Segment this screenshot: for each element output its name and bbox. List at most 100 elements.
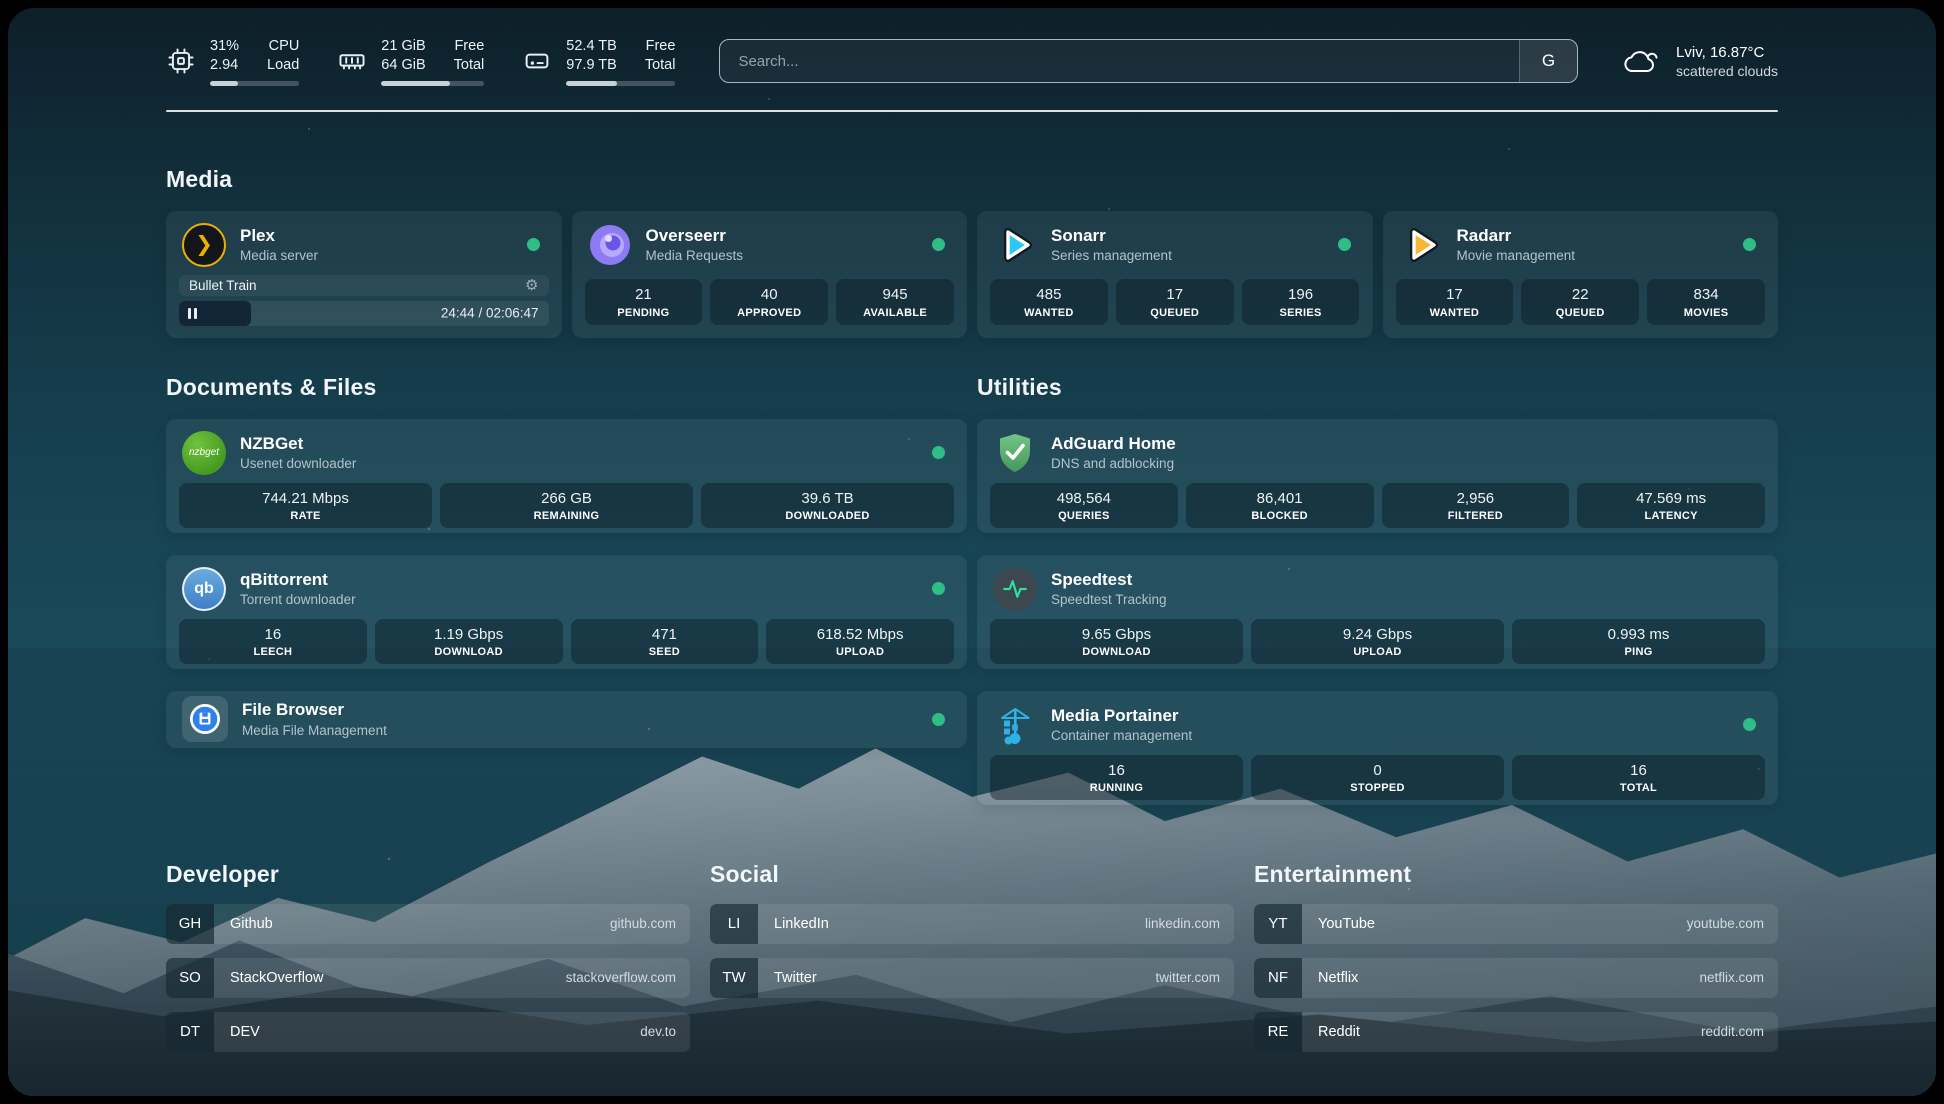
radarr-icon bbox=[1399, 223, 1443, 267]
system-stats: 31%2.94 CPULoad bbox=[166, 37, 675, 86]
portainer-stat-stopped: 0STOPPED bbox=[1251, 755, 1504, 800]
speedtest-subtitle: Speedtest Tracking bbox=[1051, 592, 1167, 607]
twitter-abbr-icon: TW bbox=[710, 958, 758, 998]
bookmark-domain: linkedin.com bbox=[1145, 904, 1220, 944]
bookmark-group-entertainment: Entertainment YT YouTube youtube.com NF … bbox=[1254, 861, 1778, 1052]
pause-icon bbox=[188, 308, 191, 319]
bookmark-domain: netflix.com bbox=[1699, 958, 1764, 998]
plex-card[interactable]: ❯ Plex Media server Bullet Train ⚙ bbox=[166, 211, 562, 338]
portainer-card[interactable]: Media Portainer Container management 16R… bbox=[977, 691, 1778, 805]
dashboard-screen: 31%2.94 CPULoad bbox=[8, 8, 1936, 1096]
disk-values: 52.4 TB97.9 TB bbox=[566, 37, 617, 75]
bookmark-label: StackOverflow bbox=[230, 958, 323, 998]
nzbget-card[interactable]: nzbget NZBGet Usenet downloader 744.21 M… bbox=[166, 419, 967, 533]
cpu-widget: 31%2.94 CPULoad bbox=[166, 37, 299, 86]
radarr-subtitle: Movie management bbox=[1457, 248, 1576, 263]
bookmark-reddit[interactable]: RE Reddit reddit.com bbox=[1254, 1012, 1778, 1052]
portainer-status-dot bbox=[1743, 718, 1756, 731]
filebrowser-card[interactable]: File Browser Media File Management bbox=[166, 691, 967, 748]
portainer-title: Media Portainer bbox=[1051, 706, 1192, 726]
weather-location-temp: Lviv, 16.87°C bbox=[1676, 44, 1778, 61]
qbittorrent-title: qBittorrent bbox=[240, 570, 356, 590]
qbittorrent-card[interactable]: qb qBittorrent Torrent downloader 16LEEC… bbox=[166, 555, 967, 669]
radarr-card[interactable]: Radarr Movie management 17WANTED 22QUEUE… bbox=[1383, 211, 1779, 338]
bookmark-label: Reddit bbox=[1318, 1012, 1360, 1052]
speedtest-title: Speedtest bbox=[1051, 570, 1167, 590]
speedtest-stat-download: 9.65 GbpsDOWNLOAD bbox=[990, 619, 1243, 664]
sonarr-title: Sonarr bbox=[1051, 226, 1172, 246]
bookmark-twitter[interactable]: TW Twitter twitter.com bbox=[710, 958, 1234, 998]
bookmark-domain: youtube.com bbox=[1687, 904, 1764, 944]
github-abbr-icon: GH bbox=[166, 904, 214, 944]
sonarr-stat-queued: 17QUEUED bbox=[1116, 279, 1234, 324]
plex-title: Plex bbox=[240, 226, 318, 246]
cpu-labels: CPULoad bbox=[267, 37, 299, 75]
cpu-icon bbox=[166, 46, 196, 76]
search-bar: G bbox=[719, 39, 1578, 83]
overseerr-card[interactable]: Overseerr Media Requests 21PENDING 40APP… bbox=[572, 211, 968, 338]
bookmark-label: LinkedIn bbox=[774, 904, 829, 944]
weather-widget[interactable]: Lviv, 16.87°C scattered clouds bbox=[1622, 44, 1778, 79]
sonarr-card[interactable]: Sonarr Series management 485WANTED 17QUE… bbox=[977, 211, 1373, 338]
overseerr-stat-available: 945AVAILABLE bbox=[836, 279, 954, 324]
bookmark-label: Github bbox=[230, 904, 273, 944]
playback-progress-fill bbox=[179, 301, 251, 326]
memory-widget: 21 GiB64 GiB FreeTotal bbox=[337, 37, 484, 86]
nzbget-title: NZBGet bbox=[240, 434, 356, 454]
overseerr-status-dot bbox=[932, 238, 945, 251]
sonarr-stat-wanted: 485WANTED bbox=[990, 279, 1108, 324]
session-settings-icon[interactable]: ⚙ bbox=[525, 278, 538, 293]
qbittorrent-stat-leech: 16LEECH bbox=[179, 619, 367, 664]
adguard-title: AdGuard Home bbox=[1051, 434, 1176, 454]
overseerr-stat-pending: 21PENDING bbox=[585, 279, 703, 324]
qbittorrent-icon: qb bbox=[182, 567, 226, 611]
weather-condition: scattered clouds bbox=[1676, 63, 1778, 79]
sonarr-subtitle: Series management bbox=[1051, 248, 1172, 263]
memory-values: 21 GiB64 GiB bbox=[381, 37, 425, 75]
disk-labels: FreeTotal bbox=[645, 37, 676, 75]
search-engine-button[interactable]: G bbox=[1519, 40, 1577, 82]
bookmark-domain: stackoverflow.com bbox=[566, 958, 676, 998]
radarr-stat-wanted: 17WANTED bbox=[1396, 279, 1514, 324]
filebrowser-icon bbox=[182, 696, 228, 742]
adguard-card[interactable]: AdGuard Home DNS and adblocking 498,564Q… bbox=[977, 419, 1778, 533]
cpu-values: 31%2.94 bbox=[210, 37, 239, 75]
bookmark-domain: reddit.com bbox=[1701, 1012, 1764, 1052]
speedtest-icon bbox=[993, 567, 1037, 611]
bookmark-label: Twitter bbox=[774, 958, 817, 998]
bookmark-stackoverflow[interactable]: SO StackOverflow stackoverflow.com bbox=[166, 958, 690, 998]
radarr-stat-queued: 22QUEUED bbox=[1521, 279, 1639, 324]
bookmark-domain: twitter.com bbox=[1155, 958, 1220, 998]
bookmark-dev[interactable]: DT DEV dev.to bbox=[166, 1012, 690, 1052]
radarr-status-dot bbox=[1743, 238, 1756, 251]
bookmark-github[interactable]: GH Github github.com bbox=[166, 904, 690, 944]
bookmark-linkedin[interactable]: LI LinkedIn linkedin.com bbox=[710, 904, 1234, 944]
adguard-stat-latency: 47.569 msLATENCY bbox=[1577, 483, 1765, 528]
stackoverflow-abbr-icon: SO bbox=[166, 958, 214, 998]
plex-now-playing: Bullet Train ⚙ 24:44 / 02:06:47 bbox=[166, 275, 562, 338]
speedtest-card[interactable]: Speedtest Speedtest Tracking 9.65 GbpsDO… bbox=[977, 555, 1778, 669]
adguard-subtitle: DNS and adblocking bbox=[1051, 456, 1176, 471]
portainer-subtitle: Container management bbox=[1051, 728, 1192, 743]
bookmark-youtube[interactable]: YT YouTube youtube.com bbox=[1254, 904, 1778, 944]
disk-icon bbox=[522, 46, 552, 76]
section-title-entertainment: Entertainment bbox=[1254, 861, 1778, 888]
disk-widget: 52.4 TB97.9 TB FreeTotal bbox=[522, 37, 675, 86]
netflix-abbr-icon: NF bbox=[1254, 958, 1302, 998]
nzbget-icon: nzbget bbox=[182, 431, 226, 475]
playback-time: 24:44 / 02:06:47 bbox=[441, 306, 539, 321]
bookmark-netflix[interactable]: NF Netflix netflix.com bbox=[1254, 958, 1778, 998]
speedtest-stat-upload: 9.24 GbpsUPLOAD bbox=[1251, 619, 1504, 664]
nzbget-status-dot bbox=[932, 446, 945, 459]
adguard-stat-blocked: 86,401BLOCKED bbox=[1186, 483, 1374, 528]
bookmark-label: DEV bbox=[230, 1012, 260, 1052]
filebrowser-subtitle: Media File Management bbox=[242, 723, 387, 738]
filebrowser-status-dot bbox=[932, 713, 945, 726]
search-input[interactable] bbox=[720, 40, 1519, 82]
ram-icon bbox=[337, 46, 367, 76]
playback-progress-bar[interactable]: 24:44 / 02:06:47 bbox=[179, 301, 549, 326]
memory-labels: FreeTotal bbox=[454, 37, 485, 75]
section-title-social: Social bbox=[710, 861, 1234, 888]
reddit-abbr-icon: RE bbox=[1254, 1012, 1302, 1052]
portainer-stat-total: 16TOTAL bbox=[1512, 755, 1765, 800]
